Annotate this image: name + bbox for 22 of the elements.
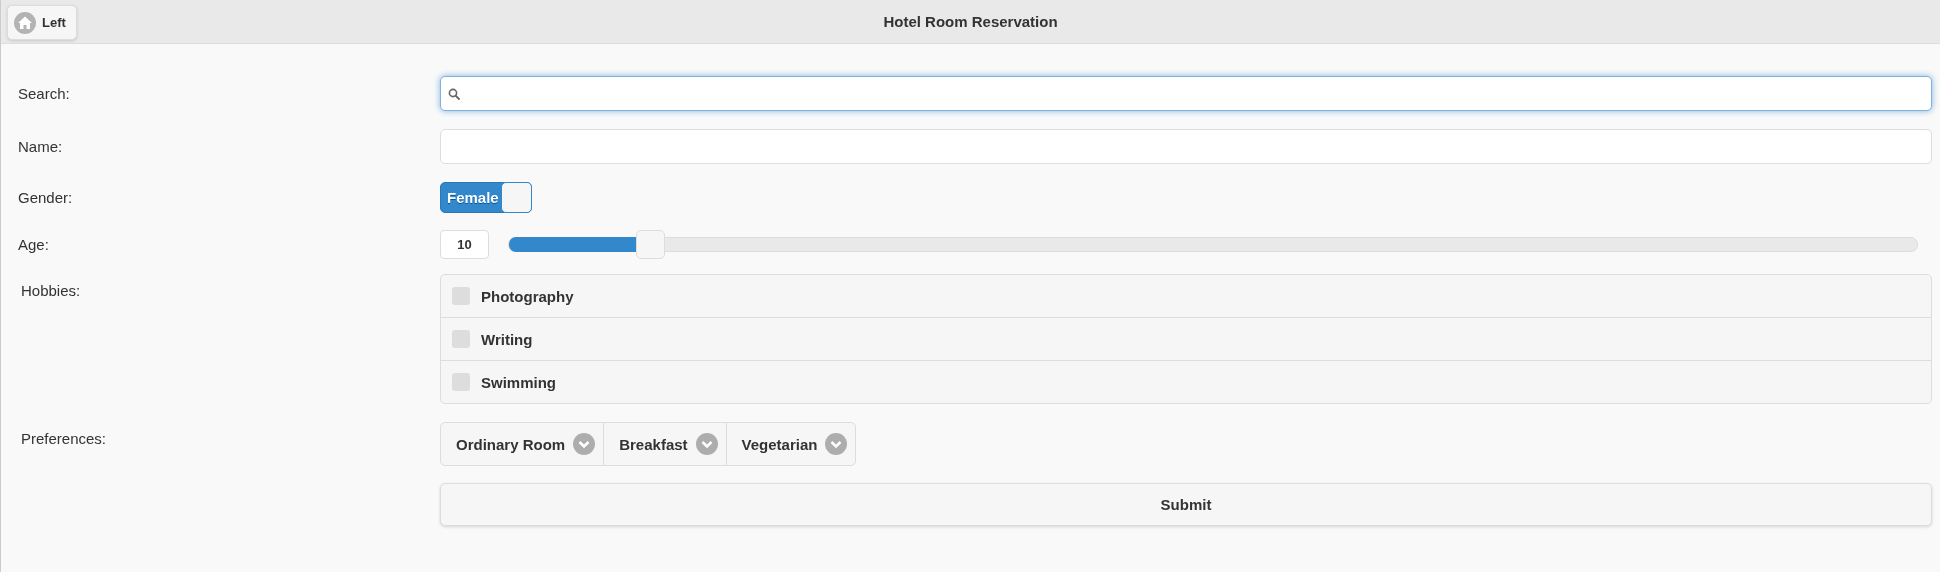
age-input[interactable]: 10: [440, 230, 489, 259]
home-icon: [14, 11, 36, 34]
search-icon: [448, 87, 460, 100]
page-title: Hotel Room Reservation: [883, 13, 1058, 30]
gender-switch[interactable]: Female: [440, 182, 532, 213]
checkbox[interactable]: [452, 287, 470, 305]
submit-button[interactable]: Submit: [440, 483, 1932, 526]
checkbox-label[interactable]: Swimming: [481, 373, 556, 391]
field-label: Preferences:: [20, 430, 108, 447]
checkbox-label[interactable]: Writing: [481, 330, 533, 348]
slider-thumb[interactable]: [635, 230, 665, 259]
field-label: Age:: [17, 236, 50, 253]
checkbox[interactable]: [452, 373, 470, 391]
checkbox[interactable]: [452, 330, 470, 348]
search-field[interactable]: [440, 76, 1932, 111]
field-label: Hobbies:: [20, 282, 82, 299]
checkbox-label[interactable]: Photography: [481, 287, 574, 305]
field-label: Search:: [17, 85, 71, 102]
field-label: Name:: [17, 138, 64, 155]
back-button[interactable]: Left: [7, 5, 77, 40]
name-field[interactable]: [440, 129, 1932, 164]
field-label: Gender:: [17, 189, 74, 206]
